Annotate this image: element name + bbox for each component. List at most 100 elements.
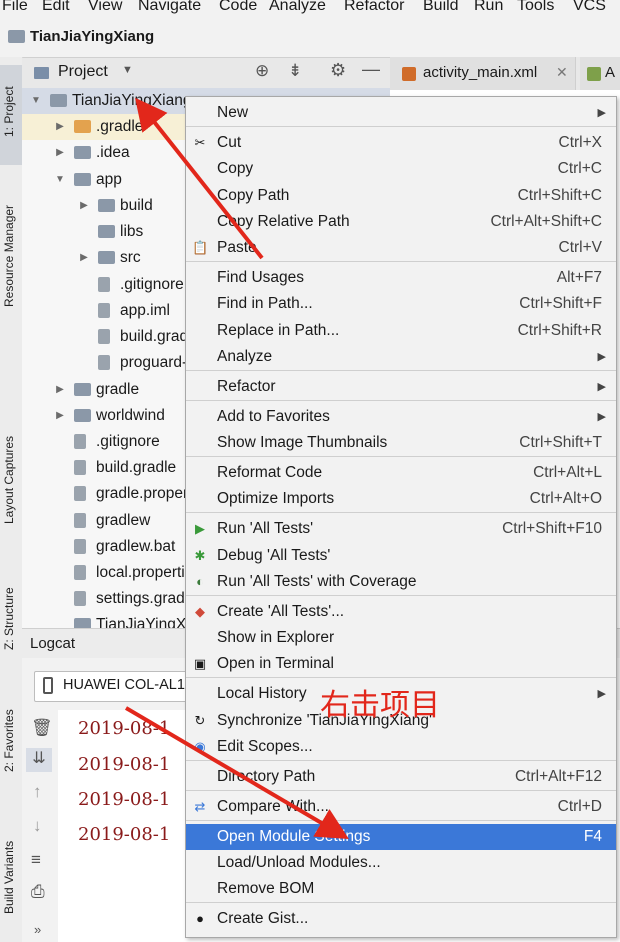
menu-item-copy-relative-path[interactable]: Copy Relative Path Ctrl+Alt+Shift+C <box>186 209 616 235</box>
menu-item-cut[interactable]: ✂ Cut Ctrl+X <box>186 130 616 156</box>
menu-item-load-unload-modules[interactable]: Load/Unload Modules... <box>186 850 616 876</box>
menu-item-replace-in-path[interactable]: Replace in Path... Ctrl+Shift+R <box>186 318 616 344</box>
project-tool-tab-label[interactable]: 1: Project <box>2 86 16 137</box>
menu-vcs[interactable]: VCS <box>573 0 606 15</box>
menu-item-open-in-terminal[interactable]: ▣ Open in Terminal <box>186 651 616 677</box>
gear-icon[interactable]: ⚙ <box>330 60 346 81</box>
menu-item-open-module-settings[interactable]: Open Module Settings F4 <box>186 824 616 850</box>
chevron-down-icon[interactable]: ▼ <box>54 167 66 193</box>
menu-item-optimize-imports[interactable]: Optimize Imports Ctrl+Alt+O <box>186 486 616 512</box>
device-selector[interactable]: HUAWEI COL-AL10 <box>34 671 196 702</box>
menu-item-find-usages[interactable]: Find Usages Alt+F7 <box>186 265 616 291</box>
context-menu[interactable]: New ▶ ✂ Cut Ctrl+X Copy Ctrl+C Copy Path Ctrl+Sh… <box>185 96 617 938</box>
menu-item-find-in-path[interactable]: Find in Path... Ctrl+Shift+F <box>186 291 616 317</box>
chevron-right-icon[interactable]: ▶ <box>54 114 66 140</box>
menu-separator <box>186 512 616 513</box>
chevron-right-icon[interactable]: ▶ <box>54 403 66 429</box>
menu-edit[interactable]: Edit <box>42 0 70 15</box>
menu-run[interactable]: Run <box>474 0 503 15</box>
menu-item-paste[interactable]: 📋 Paste Ctrl+V <box>186 235 616 261</box>
menu-item-label: Create 'All Tests'... <box>217 603 345 620</box>
menu-item-add-to-favorites[interactable]: Add to Favorites ▶ <box>186 404 616 430</box>
file-icon <box>98 277 110 292</box>
file-icon <box>74 565 86 580</box>
down-arrow-icon[interactable]: ↓ <box>33 816 42 836</box>
menu-code[interactable]: Code <box>219 0 257 15</box>
menu-separator <box>186 370 616 371</box>
up-arrow-icon[interactable]: ↑ <box>33 782 42 802</box>
build-variants-tab[interactable]: Build Variants <box>2 841 16 914</box>
more-icon[interactable]: » <box>34 922 41 937</box>
folder-icon <box>98 199 115 212</box>
menu-item-run-all-tests[interactable]: ▶ Run 'All Tests' Ctrl+Shift+F10 <box>186 516 616 542</box>
menu-item-copy[interactable]: Copy Ctrl+C <box>186 156 616 182</box>
resource-manager-tab[interactable]: Resource Manager <box>2 205 16 307</box>
menu-item-label: Add to Favorites <box>217 408 330 425</box>
menu-item-refactor[interactable]: Refactor ▶ <box>186 374 616 400</box>
chevron-right-icon[interactable]: ▶ <box>78 193 90 219</box>
menu-tools[interactable]: Tools <box>517 0 554 15</box>
menu-build[interactable]: Build <box>423 0 459 15</box>
run-icon: ▶ <box>195 521 205 536</box>
menu-file[interactable]: File <box>2 0 28 15</box>
menu-item-directory-path[interactable]: Directory Path Ctrl+Alt+F12 <box>186 764 616 790</box>
menu-item-shortcut: F4 <box>583 828 602 845</box>
locate-icon[interactable]: ⊕ <box>255 61 269 81</box>
menu-item-label: Open in Terminal <box>217 655 334 672</box>
scroll-to-end-icon[interactable]: ⇊ <box>26 748 52 772</box>
menu-item-run-all-tests-with-coverage[interactable]: ◐ Run 'All Tests' with Coverage <box>186 569 616 595</box>
chevron-right-icon[interactable]: ▶ <box>78 245 90 271</box>
menu-navigate[interactable]: Navigate <box>138 0 201 15</box>
menu-view[interactable]: View <box>88 0 122 15</box>
layout-captures-tab[interactable]: Layout Captures <box>2 436 16 524</box>
log-line: 2019-08-1 <box>78 824 171 845</box>
menu-item-label: Local History <box>217 685 307 702</box>
chevron-right-icon[interactable]: ▶ <box>54 140 66 166</box>
collapse-all-icon[interactable]: ⇟ <box>288 61 302 81</box>
menu-item-edit-scopes[interactable]: ◉ Edit Scopes... <box>186 734 616 760</box>
menu-item-reformat-code[interactable]: Reformat Code Ctrl+Alt+L <box>186 460 616 486</box>
menu-item-label: Compare With... <box>217 798 329 815</box>
structure-tab[interactable]: Z: Structure <box>2 587 16 650</box>
menu-item-create-all-tests[interactable]: ◆ Create 'All Tests'... <box>186 599 616 625</box>
menu-item-copy-path[interactable]: Copy Path Ctrl+Shift+C <box>186 183 616 209</box>
menu-item-analyze[interactable]: Analyze ▶ <box>186 344 616 370</box>
menu-item-label: Refactor <box>217 378 276 395</box>
chevron-right-icon: ▶ <box>597 381 606 393</box>
chevron-down-icon[interactable]: ▼ <box>122 64 133 76</box>
project-view-selector[interactable]: Project <box>58 63 108 81</box>
soft-wrap-icon[interactable]: ≡ <box>31 850 41 870</box>
menu-item-debug-all-tests[interactable]: ✱ Debug 'All Tests' <box>186 543 616 569</box>
folder-icon <box>98 251 115 264</box>
menu-item-shortcut: Ctrl+Shift+F <box>519 295 602 312</box>
menu-item-label: New <box>217 104 249 121</box>
tree-item-label: app <box>96 171 122 188</box>
menu-item-shortcut: Ctrl+D <box>557 798 602 815</box>
menu-item-label: Show Image Thumbnails <box>217 434 388 451</box>
tree-item-label: src <box>120 249 141 266</box>
sync-icon: ↻ <box>194 713 206 728</box>
editor-tab-activity-main[interactable]: activity_main.xml ✕ <box>390 57 576 90</box>
project-title[interactable]: TianJiaYingXiang <box>30 28 154 45</box>
menu-refactor[interactable]: Refactor <box>344 0 404 15</box>
menu-item-remove-bom[interactable]: Remove BOM <box>186 876 616 902</box>
chevron-down-icon[interactable]: ▼ <box>30 88 42 114</box>
editor-tab-manifest[interactable]: A <box>580 57 620 90</box>
file-icon <box>74 434 86 449</box>
menu-item-new[interactable]: New ▶ <box>186 100 616 126</box>
menu-separator <box>186 400 616 401</box>
menu-item-compare-with[interactable]: ⇄ Compare With... Ctrl+D <box>186 794 616 820</box>
menu-analyze[interactable]: Analyze <box>269 0 326 15</box>
menu-item-show-in-explorer[interactable]: Show in Explorer <box>186 625 616 651</box>
favorites-tab[interactable]: 2: Favorites <box>2 709 16 772</box>
hide-panel-icon[interactable]: — <box>362 59 380 80</box>
menu-item-shortcut: Ctrl+Alt+O <box>529 490 602 507</box>
trash-icon[interactable]: 🗑 <box>31 718 53 738</box>
menu-item-create-gist[interactable]: ● Create Gist... <box>186 906 616 932</box>
menu-separator <box>186 677 616 678</box>
print-icon[interactable]: ⎙ <box>31 882 45 902</box>
chevron-right-icon[interactable]: ▶ <box>54 377 66 403</box>
menu-item-show-image-thumbnails[interactable]: Show Image Thumbnails Ctrl+Shift+T <box>186 430 616 456</box>
close-icon[interactable]: ✕ <box>556 64 568 81</box>
scissors-icon: ✂ <box>194 135 206 150</box>
